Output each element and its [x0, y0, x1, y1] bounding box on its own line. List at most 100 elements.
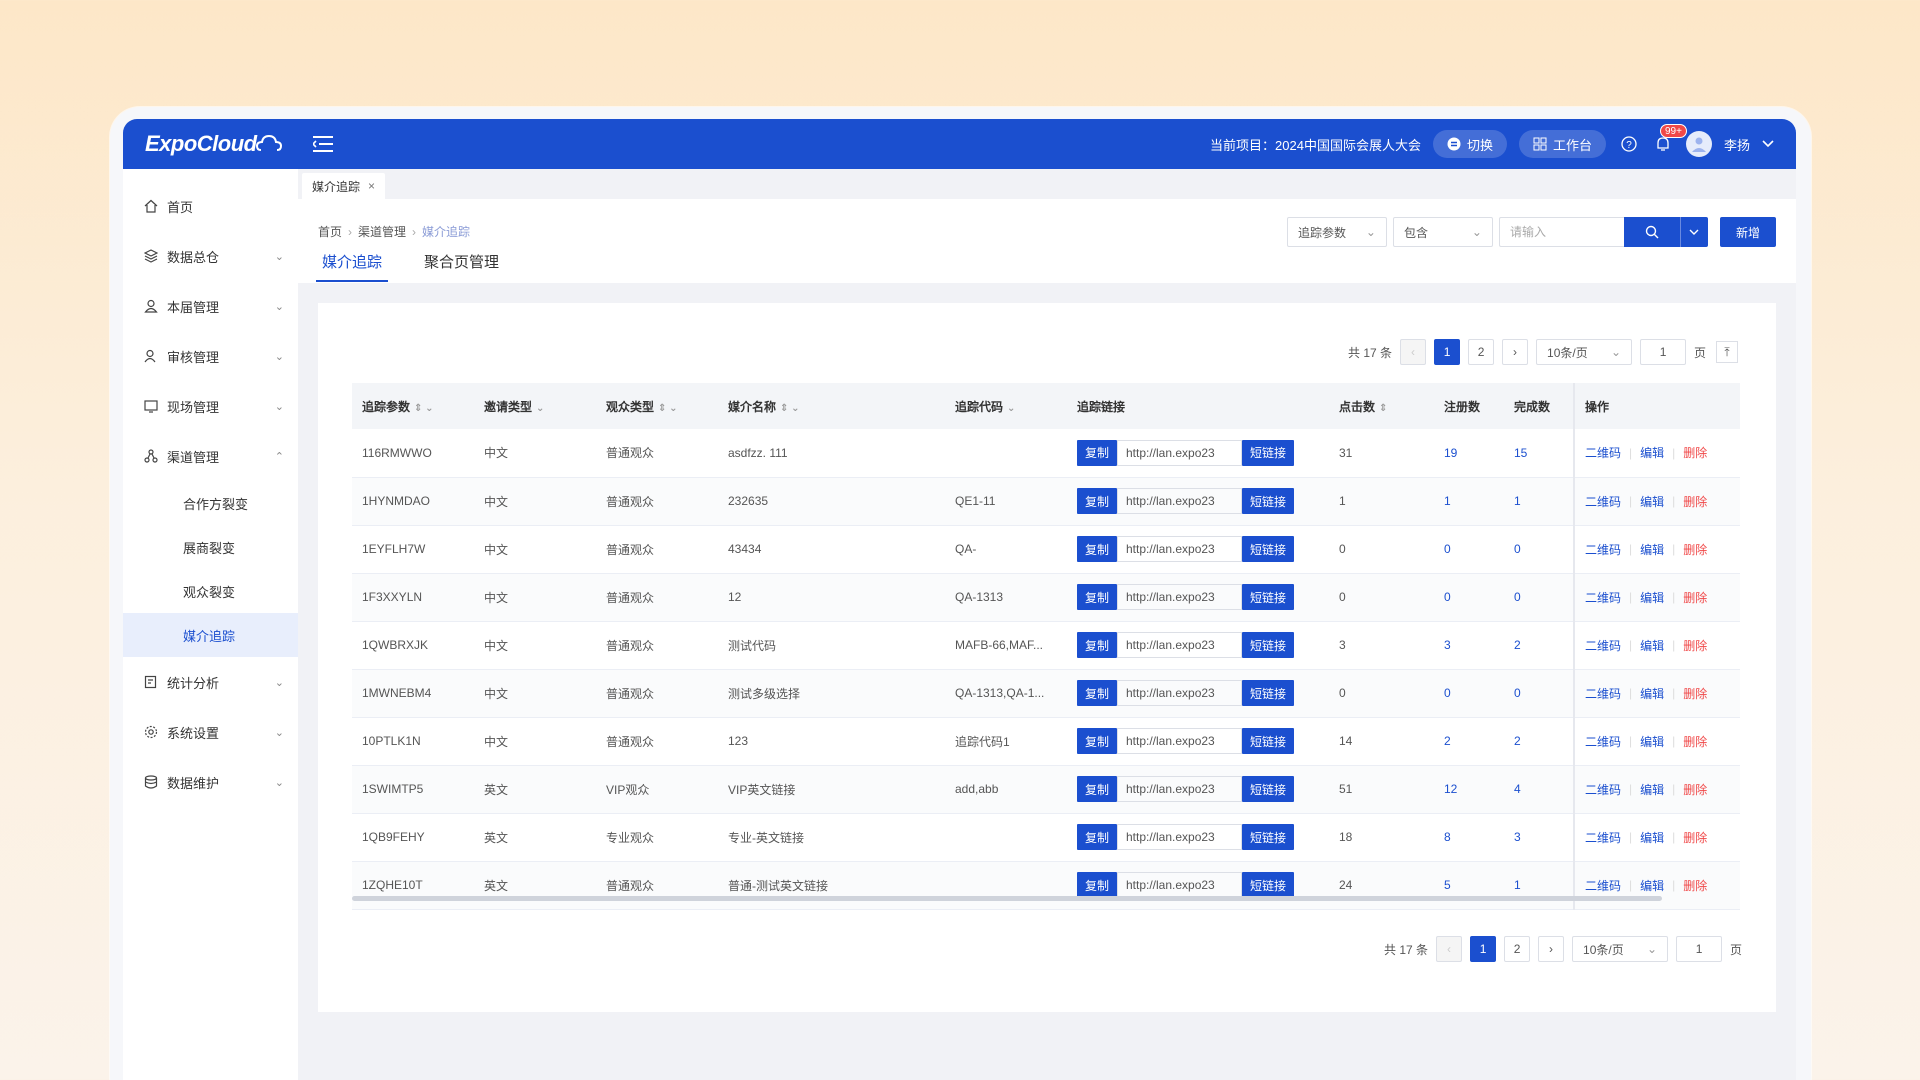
copy-button[interactable]: 复制: [1077, 536, 1117, 562]
copy-button[interactable]: 复制: [1077, 728, 1117, 754]
completed-link[interactable]: 1: [1514, 494, 1521, 508]
page-1-button[interactable]: 1: [1470, 936, 1497, 962]
qrcode-link[interactable]: 二维码: [1585, 733, 1621, 750]
copy-button[interactable]: 复制: [1077, 776, 1117, 802]
page-2-button[interactable]: 2: [1468, 339, 1495, 365]
edit-link[interactable]: 编辑: [1640, 781, 1664, 798]
prev-page-button[interactable]: ‹: [1436, 936, 1463, 962]
completed-link[interactable]: 0: [1514, 590, 1521, 604]
cell-completed[interactable]: 3: [1504, 813, 1574, 862]
breadcrumb-channel[interactable]: 渠道管理: [358, 223, 406, 240]
bell-icon[interactable]: 99+: [1652, 124, 1687, 155]
logo[interactable]: ExpoCloud: [123, 130, 303, 158]
completed-link[interactable]: 0: [1514, 686, 1521, 700]
col-header-param[interactable]: 追踪参数 ⇕ ⌄: [352, 383, 474, 429]
cell-completed[interactable]: 4: [1504, 765, 1574, 814]
short-link-button[interactable]: 短链接: [1242, 439, 1294, 466]
cell-registered[interactable]: 12: [1434, 765, 1504, 814]
prev-page-button[interactable]: ‹: [1400, 339, 1427, 365]
sidebar-subitem-media-tracking[interactable]: 媒介追踪: [123, 613, 298, 657]
add-button[interactable]: 新增: [1719, 217, 1776, 247]
param-select[interactable]: 追踪参数 ⌄: [1286, 217, 1387, 247]
cell-completed[interactable]: 0: [1504, 573, 1574, 622]
short-link-button[interactable]: 短链接: [1242, 824, 1294, 850]
avatar[interactable]: [1685, 131, 1712, 157]
sort-icon[interactable]: ⇕ ⌄: [414, 403, 434, 414]
cell-completed[interactable]: 2: [1504, 717, 1574, 766]
qrcode-link[interactable]: 二维码: [1585, 493, 1621, 510]
cell-registered[interactable]: 1: [1434, 477, 1504, 526]
search-dropdown-button[interactable]: [1679, 217, 1708, 247]
breadcrumb-home[interactable]: 首页: [318, 223, 342, 240]
short-link-button[interactable]: 短链接: [1242, 584, 1294, 610]
registered-link[interactable]: 5: [1444, 878, 1451, 892]
short-link-button[interactable]: 短链接: [1242, 872, 1294, 898]
registered-link[interactable]: 8: [1444, 830, 1451, 844]
col-header-audience[interactable]: 观众类型 ⇕ ⌄: [596, 383, 718, 429]
copy-button[interactable]: 复制: [1077, 872, 1117, 898]
copy-button[interactable]: 复制: [1077, 680, 1117, 706]
sidebar-item-review-management[interactable]: 审核管理 ⌄: [123, 331, 298, 381]
short-link-button[interactable]: 短链接: [1242, 632, 1294, 658]
cell-completed[interactable]: 0: [1504, 525, 1574, 574]
page-jump-input[interactable]: 1: [1676, 936, 1723, 962]
edit-link[interactable]: 编辑: [1640, 444, 1664, 461]
registered-link[interactable]: 0: [1444, 686, 1451, 700]
copy-button[interactable]: 复制: [1077, 584, 1117, 610]
search-input[interactable]: [1498, 217, 1624, 247]
cell-completed[interactable]: 2: [1504, 621, 1574, 670]
edit-link[interactable]: 编辑: [1640, 733, 1664, 750]
completed-link[interactable]: 1: [1514, 878, 1521, 892]
next-page-button[interactable]: ›: [1502, 339, 1529, 365]
chevron-down-icon[interactable]: [1762, 140, 1774, 148]
delete-link[interactable]: 删除: [1683, 733, 1707, 750]
short-link-button[interactable]: 短链接: [1242, 728, 1294, 754]
page-2-button[interactable]: 2: [1504, 936, 1531, 962]
completed-link[interactable]: 2: [1514, 734, 1521, 748]
copy-button[interactable]: 复制: [1077, 824, 1117, 850]
workbench-button[interactable]: 工作台: [1518, 130, 1606, 158]
cell-registered[interactable]: 2: [1434, 717, 1504, 766]
cell-registered[interactable]: 5: [1434, 861, 1504, 910]
completed-link[interactable]: 4: [1514, 782, 1521, 796]
cell-registered[interactable]: 0: [1434, 525, 1504, 574]
sidebar-item-onsite-management[interactable]: 现场管理 ⌄: [123, 381, 298, 431]
delete-link[interactable]: 删除: [1683, 444, 1707, 461]
short-link-button[interactable]: 短链接: [1242, 776, 1294, 802]
qrcode-link[interactable]: 二维码: [1585, 877, 1621, 894]
sort-icon[interactable]: ⇕: [1379, 403, 1387, 414]
edit-link[interactable]: 编辑: [1640, 493, 1664, 510]
sort-icon[interactable]: ⇕ ⌄: [658, 403, 678, 414]
page-jump-input[interactable]: 1: [1640, 339, 1687, 365]
qrcode-link[interactable]: 二维码: [1585, 541, 1621, 558]
cell-completed[interactable]: 0: [1504, 669, 1574, 718]
delete-link[interactable]: 删除: [1683, 541, 1707, 558]
completed-link[interactable]: 3: [1514, 830, 1521, 844]
sidebar-item-statistics[interactable]: 统计分析 ⌄: [123, 657, 298, 707]
edit-link[interactable]: 编辑: [1640, 685, 1664, 702]
delete-link[interactable]: 删除: [1683, 685, 1707, 702]
copy-button[interactable]: 复制: [1077, 488, 1117, 514]
delete-link[interactable]: 删除: [1683, 781, 1707, 798]
export-icon[interactable]: ⤒: [1716, 341, 1739, 363]
col-header-invite[interactable]: 邀请类型 ⌄: [474, 383, 596, 429]
sidebar-item-data-warehouse[interactable]: 数据总仓 ⌄: [123, 231, 298, 281]
cell-completed[interactable]: 1: [1504, 477, 1574, 526]
filter-icon[interactable]: ⌄: [536, 403, 544, 414]
qrcode-link[interactable]: 二维码: [1585, 589, 1621, 606]
delete-link[interactable]: 删除: [1683, 493, 1707, 510]
qrcode-link[interactable]: 二维码: [1585, 685, 1621, 702]
short-link-button[interactable]: 短链接: [1242, 488, 1294, 514]
sidebar-item-system-settings[interactable]: 系统设置 ⌄: [123, 707, 298, 757]
col-header-code[interactable]: 追踪代码 ⌄: [945, 383, 1067, 429]
user-name[interactable]: 李扬: [1724, 135, 1750, 154]
registered-link[interactable]: 0: [1444, 542, 1451, 556]
close-icon[interactable]: ×: [368, 179, 375, 193]
sidebar-item-session-management[interactable]: 本届管理 ⌄: [123, 281, 298, 331]
registered-link[interactable]: 1: [1444, 494, 1451, 508]
operator-select[interactable]: 包含 ⌄: [1392, 217, 1493, 247]
registered-link[interactable]: 0: [1444, 590, 1451, 604]
completed-link[interactable]: 2: [1514, 638, 1521, 652]
cell-completed[interactable]: 15: [1504, 429, 1574, 478]
sidebar-item-channel-management[interactable]: 渠道管理 ⌃: [123, 431, 298, 481]
